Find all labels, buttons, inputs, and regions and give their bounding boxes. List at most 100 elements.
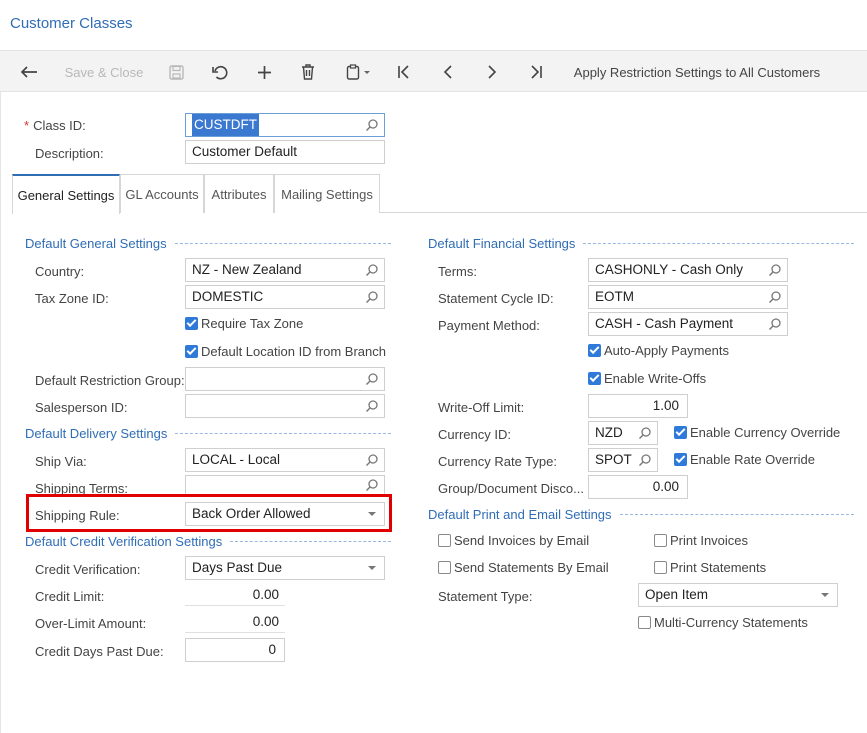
toolbar: Save & Close Apply Restriction Settings …	[0, 50, 867, 92]
checkbox-label: Auto-Apply Payments	[604, 343, 730, 358]
checkbox-checked[interactable]	[185, 345, 198, 358]
delete-button[interactable]	[294, 51, 322, 93]
save-close-button[interactable]: Save & Close	[58, 51, 150, 93]
country-label: Country:	[35, 264, 85, 279]
class-id-label: * Class ID:	[24, 118, 86, 133]
tax-zone-value: DOMESTIC	[192, 289, 264, 304]
send-invoices-checkbox[interactable]: Send Invoices by Email	[438, 533, 589, 548]
checkbox-unchecked[interactable]	[654, 534, 667, 547]
next-record-button[interactable]	[478, 51, 506, 93]
statement-cycle-input[interactable]: EOTM	[588, 285, 788, 309]
back-arrow-icon	[20, 66, 37, 78]
add-button[interactable]	[250, 51, 278, 93]
checkbox-label: Enable Currency Override	[690, 425, 841, 440]
auto-apply-payments-checkbox[interactable]: Auto-Apply Payments	[588, 343, 729, 358]
required-marker: *	[24, 118, 30, 133]
section-rule	[174, 243, 391, 244]
statement-type-label: Statement Type:	[438, 589, 533, 604]
tab-attributes[interactable]: Attributes	[204, 174, 274, 213]
search-icon[interactable]	[365, 290, 379, 304]
search-icon[interactable]	[638, 453, 652, 467]
checkbox-unchecked[interactable]	[638, 616, 651, 629]
group-discount-input[interactable]: 0.00	[588, 475, 688, 499]
section-rule	[619, 514, 854, 515]
enable-writeoffs-checkbox[interactable]: Enable Write-Offs	[588, 371, 706, 386]
search-icon[interactable]	[365, 399, 379, 413]
rate-type-value: SPOT	[595, 452, 632, 467]
search-icon[interactable]	[365, 118, 379, 132]
page-title: Customer Classes	[10, 15, 133, 32]
checkbox-checked[interactable]	[674, 426, 687, 439]
search-icon[interactable]	[365, 372, 379, 386]
tab-mailing-settings[interactable]: Mailing Settings	[274, 174, 380, 213]
checkbox-label: Enable Write-Offs	[604, 371, 707, 386]
shipping-terms-input[interactable]	[185, 475, 385, 495]
search-icon[interactable]	[768, 263, 782, 277]
last-record-button[interactable]	[522, 51, 550, 93]
section-general-settings: Default General Settings	[25, 236, 391, 251]
terms-input[interactable]: CASHONLY - Cash Only	[588, 258, 788, 282]
send-statements-checkbox[interactable]: Send Statements By Email	[438, 560, 609, 575]
rate-type-input[interactable]: SPOT	[588, 448, 658, 472]
multi-currency-checkbox[interactable]: Multi-Currency Statements	[638, 615, 808, 630]
writeoff-limit-input[interactable]: 1.00	[588, 394, 688, 418]
statement-type-select[interactable]: Open Item	[638, 583, 838, 607]
days-past-due-input[interactable]: 0	[185, 638, 285, 662]
checkbox-unchecked[interactable]	[654, 561, 667, 574]
tax-zone-input[interactable]: DOMESTIC	[185, 285, 385, 309]
search-icon[interactable]	[365, 453, 379, 467]
checkbox-label: Require Tax Zone	[201, 316, 304, 331]
class-id-input[interactable]: CUSTDFT	[185, 113, 385, 137]
payment-method-value: CASH - Cash Payment	[595, 316, 734, 331]
tax-zone-label: Tax Zone ID:	[35, 291, 109, 306]
chevron-down-icon[interactable]	[821, 593, 829, 597]
tab-general-settings[interactable]: General Settings	[12, 174, 120, 214]
checkbox-label: Multi-Currency Statements	[654, 615, 808, 630]
print-statements-checkbox[interactable]: Print Statements	[654, 560, 766, 575]
require-tax-zone-checkbox[interactable]: Require Tax Zone	[185, 316, 303, 331]
country-input[interactable]: NZ - New Zealand	[185, 258, 385, 282]
terms-label: Terms:	[438, 264, 477, 279]
description-input[interactable]: Customer Default	[185, 140, 385, 164]
tab-gl-accounts[interactable]: GL Accounts	[120, 174, 204, 213]
salesperson-input[interactable]	[185, 394, 385, 418]
clipboard-icon	[346, 64, 370, 80]
chevron-down-icon[interactable]	[368, 566, 376, 570]
section-title: Default General Settings	[25, 236, 167, 251]
checkbox-checked[interactable]	[588, 372, 601, 385]
description-value: Customer Default	[192, 144, 298, 159]
checkbox-checked[interactable]	[185, 317, 198, 330]
terms-value: CASHONLY - Cash Only	[595, 262, 744, 277]
undo-button[interactable]	[206, 51, 234, 93]
search-icon[interactable]	[365, 263, 379, 277]
back-button[interactable]	[14, 51, 44, 93]
previous-record-button[interactable]	[434, 51, 462, 93]
credit-verification-select[interactable]: Days Past Due	[185, 556, 385, 580]
credit-verification-label: Credit Verification:	[35, 562, 141, 577]
trash-icon	[302, 64, 314, 80]
section-title: Default Delivery Settings	[25, 426, 168, 441]
first-record-button[interactable]	[390, 51, 418, 93]
restriction-group-input[interactable]	[185, 367, 385, 391]
checkbox-unchecked[interactable]	[438, 561, 451, 574]
checkbox-checked[interactable]	[588, 344, 601, 357]
checkbox-unchecked[interactable]	[438, 534, 451, 547]
ship-via-input[interactable]: LOCAL - Local	[185, 448, 385, 472]
clipboard-menu-button[interactable]	[338, 51, 380, 93]
section-rule	[583, 243, 854, 244]
rate-override-checkbox[interactable]: Enable Rate Override	[674, 452, 815, 467]
search-icon[interactable]	[768, 290, 782, 304]
save-button[interactable]	[162, 51, 190, 93]
apply-restriction-button[interactable]: Apply Restriction Settings to All Custom…	[566, 51, 828, 93]
search-icon[interactable]	[768, 317, 782, 331]
checkbox-checked[interactable]	[674, 453, 687, 466]
print-invoices-checkbox[interactable]: Print Invoices	[654, 533, 748, 548]
default-location-checkbox[interactable]: Default Location ID from Branch	[185, 344, 386, 359]
search-icon[interactable]	[365, 478, 379, 492]
checkbox-label: Print Statements	[670, 560, 767, 575]
payment-method-input[interactable]: CASH - Cash Payment	[588, 312, 788, 336]
search-icon[interactable]	[638, 426, 652, 440]
currency-override-checkbox[interactable]: Enable Currency Override	[674, 425, 840, 440]
currency-id-input[interactable]: NZD	[588, 421, 658, 445]
description-label: Description:	[35, 146, 104, 161]
